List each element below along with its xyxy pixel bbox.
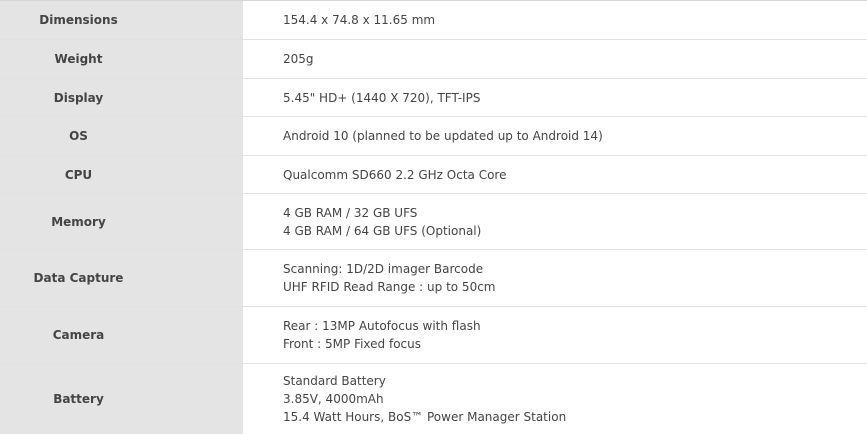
spec-value: Scanning: 1D/2D imager Barcode UHF RFID … [243, 250, 867, 306]
spec-row-data-capture: Data Capture Scanning: 1D/2D imager Barc… [0, 250, 867, 307]
spec-value-line: Android 10 (planned to be updated up to … [283, 129, 603, 143]
spec-value: Rear : 13MP Autofocus with flash Front :… [243, 307, 867, 363]
spec-value-line: 15.4 Watt Hours, BoS™ Power Manager Stat… [283, 410, 567, 424]
spec-value-line: Scanning: 1D/2D imager Barcode [283, 262, 484, 276]
spec-value: Standard Battery 3.85V, 4000mAh 15.4 Wat… [243, 364, 867, 434]
spec-label: Data Capture [0, 250, 157, 306]
label-column-padding [157, 194, 243, 249]
spec-label: Camera [0, 307, 157, 363]
spec-value-line: Rear : 13MP Autofocus with flash [283, 319, 481, 333]
spec-value: 205g [243, 40, 867, 78]
spec-value-line: 205g [283, 52, 314, 66]
label-column-padding [157, 40, 243, 78]
spec-row-cpu: CPU Qualcomm SD660 2.2 GHz Octa Core [0, 156, 867, 194]
spec-label: Dimensions [0, 1, 157, 39]
spec-row-weight: Weight 205g [0, 40, 867, 79]
spec-value-line: Front : 5MP Fixed focus [283, 337, 421, 351]
spec-label: CPU [0, 156, 157, 193]
spec-value: 4 GB RAM / 32 GB UFS 4 GB RAM / 64 GB UF… [243, 194, 867, 249]
spec-row-dimensions: Dimensions 154.4 x 74.8 x 11.65 mm [0, 1, 867, 40]
spec-value-line: 4 GB RAM / 64 GB UFS (Optional) [283, 223, 482, 238]
spec-row-camera: Camera Rear : 13MP Autofocus with flash … [0, 307, 867, 364]
label-column-padding [157, 79, 243, 116]
spec-value: 154.4 x 74.8 x 11.65 mm [243, 1, 867, 39]
spec-row-os: OS Android 10 (planned to be updated up … [0, 117, 867, 156]
spec-label: Weight [0, 40, 157, 78]
spec-value: Android 10 (planned to be updated up to … [243, 117, 867, 155]
spec-label: Battery [0, 364, 157, 434]
spec-label: OS [0, 117, 157, 155]
spec-value: Qualcomm SD660 2.2 GHz Octa Core [243, 156, 867, 193]
label-column-padding [157, 307, 243, 363]
spec-table: Dimensions 154.4 x 74.8 x 11.65 mm Weigh… [0, 0, 867, 434]
label-column-padding [157, 364, 243, 434]
label-column-padding [157, 156, 243, 193]
label-column-padding [157, 117, 243, 155]
spec-label: Memory [0, 194, 157, 249]
label-column-padding [157, 1, 243, 39]
spec-value: 5.45" HD+ (1440 X 720), TFT-IPS [243, 79, 867, 116]
spec-row-display: Display 5.45" HD+ (1440 X 720), TFT-IPS [0, 79, 867, 117]
spec-value-line: Standard Battery [283, 374, 386, 388]
spec-value-line: 154.4 x 74.8 x 11.65 mm [283, 13, 436, 27]
spec-row-battery: Battery Standard Battery 3.85V, 4000mAh … [0, 364, 867, 434]
spec-label: Display [0, 79, 157, 116]
spec-value-line: Qualcomm SD660 2.2 GHz Octa Core [283, 167, 507, 182]
spec-value-line: 5.45" HD+ (1440 X 720), TFT-IPS [283, 90, 481, 105]
label-column-padding [157, 250, 243, 306]
spec-value-line: 3.85V, 4000mAh [283, 392, 384, 406]
spec-value-line: 4 GB RAM / 32 GB UFS [283, 205, 418, 220]
spec-value-line: UHF RFID Read Range : up to 50cm [283, 280, 496, 294]
spec-row-memory: Memory 4 GB RAM / 32 GB UFS 4 GB RAM / 6… [0, 194, 867, 250]
